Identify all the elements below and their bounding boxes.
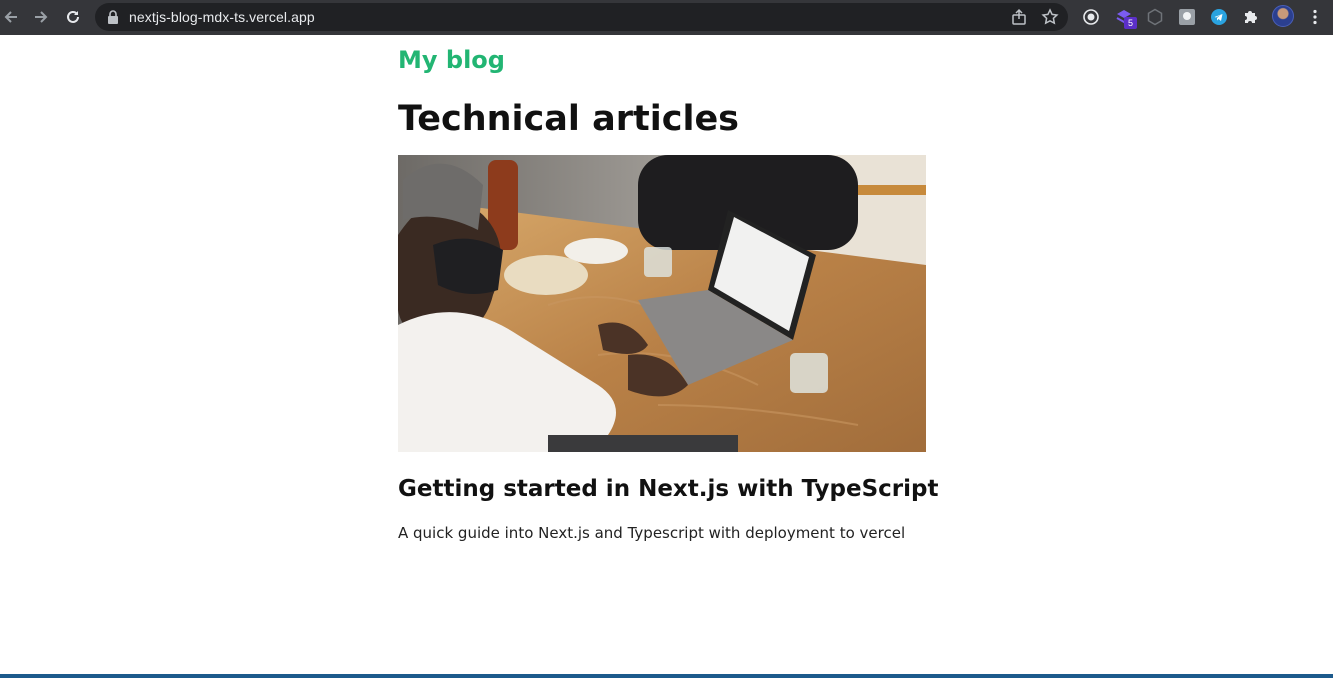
hexagon-extension-icon[interactable] <box>1145 7 1165 27</box>
browser-toolbar: nextjs-blog-mdx-ts.vercel.app 5 <box>0 0 1333 35</box>
square-extension-icon[interactable] <box>1177 7 1197 27</box>
star-icon[interactable] <box>1041 8 1059 26</box>
post-description: A quick guide into Next.js and Typescrip… <box>398 524 906 542</box>
avatar[interactable] <box>1272 5 1294 27</box>
site-title-link[interactable]: My blog <box>398 46 505 74</box>
address-bar[interactable]: nextjs-blog-mdx-ts.vercel.app <box>95 3 1068 31</box>
url-text[interactable]: nextjs-blog-mdx-ts.vercel.app <box>129 9 315 25</box>
post-title-link[interactable]: Getting started in Next.js with TypeScri… <box>398 476 938 502</box>
forward-icon[interactable] <box>30 6 52 28</box>
share-icon[interactable] <box>1010 8 1028 26</box>
taskbar-edge <box>0 674 1333 678</box>
extension-badge: 5 <box>1124 17 1137 29</box>
telegram-icon[interactable] <box>1209 7 1229 27</box>
lock-icon[interactable] <box>107 10 119 24</box>
page-title: Technical articles <box>398 99 740 139</box>
post-cover-image[interactable] <box>398 155 926 452</box>
kebab-menu-icon[interactable] <box>1305 7 1325 27</box>
circle-target-extension-icon[interactable] <box>1081 7 1101 27</box>
back-icon[interactable] <box>0 6 22 28</box>
puzzle-extension-icon[interactable] <box>1241 7 1261 27</box>
reload-icon[interactable] <box>62 6 84 28</box>
